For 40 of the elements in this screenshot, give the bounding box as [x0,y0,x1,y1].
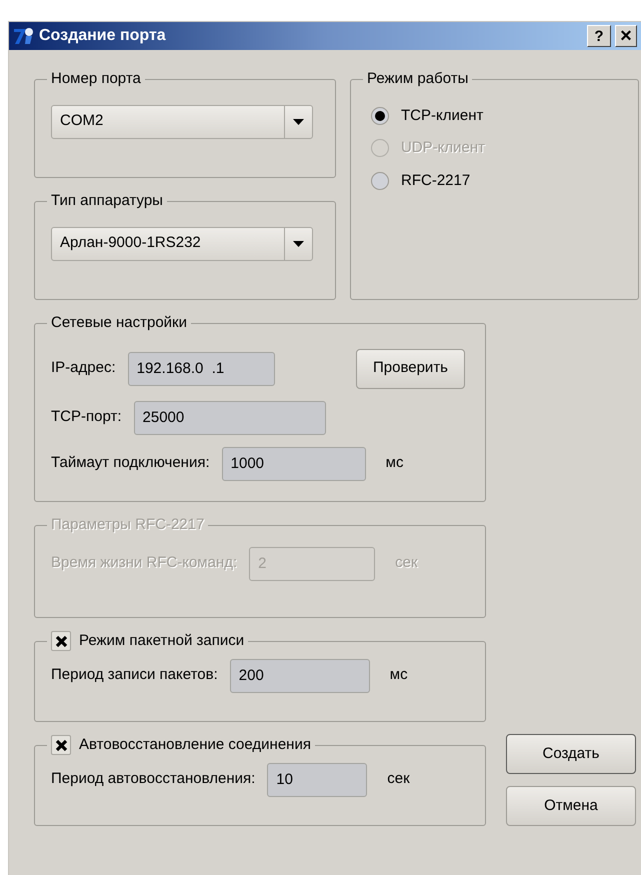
field-label: TCP-порт: [51,407,122,428]
caret-icon [293,118,304,124]
dialog-button[interactable]: Создать [506,734,636,774]
help-button[interactable]: ? [587,25,611,47]
unit-label: мс [390,665,408,686]
unit-label: сек [387,769,410,790]
cross-icon [54,634,68,648]
app-icon [13,26,35,46]
group-label: Режим работы [367,69,468,89]
radio-label: RFC-2217 [401,170,470,190]
input-field[interactable]: 25000 [134,400,326,434]
radio-button[interactable] [371,172,389,190]
input-field[interactable]: 10 [267,762,368,796]
checkbox[interactable] [51,631,71,652]
cross-icon [54,738,68,752]
radio-label: TCP-клиент [401,106,484,126]
field-label: Период записи пакетов: [51,665,218,686]
radio-button[interactable] [371,106,389,125]
dropdown-value: Арлан-9000-1RS232 [59,233,202,254]
dialog-button[interactable]: Отмена [506,786,636,826]
input-field[interactable]: 1000 [222,446,366,480]
unit-label: мс [386,453,404,474]
group-label: Сетевые настройки [51,313,187,333]
input-field[interactable]: 200 [230,658,370,692]
check-button[interactable]: Проверить [356,348,465,388]
field-label: Таймаут подключения: [51,453,210,474]
window-title: Создание порта [39,26,167,46]
input-field[interactable]: 192.168.0 .1 [128,352,275,386]
group-label: Режим пакетной записи [79,631,244,651]
field-label: IP-адрес: [51,358,116,378]
checkbox[interactable] [51,735,71,756]
dropdown[interactable]: Арлан-9000-1RS232 [51,226,313,260]
caret-icon [293,240,304,246]
field-label: Период автовосстановления: [51,769,256,790]
close-button[interactable]: × [615,25,637,47]
dropdown-value: COM2 [59,111,104,132]
group-label: Автовосстановление соединения [79,735,311,755]
group-label: Тип аппаратуры [51,191,163,211]
dropdown[interactable]: COM2 [51,104,313,138]
group-label: Номер порта [51,69,141,89]
